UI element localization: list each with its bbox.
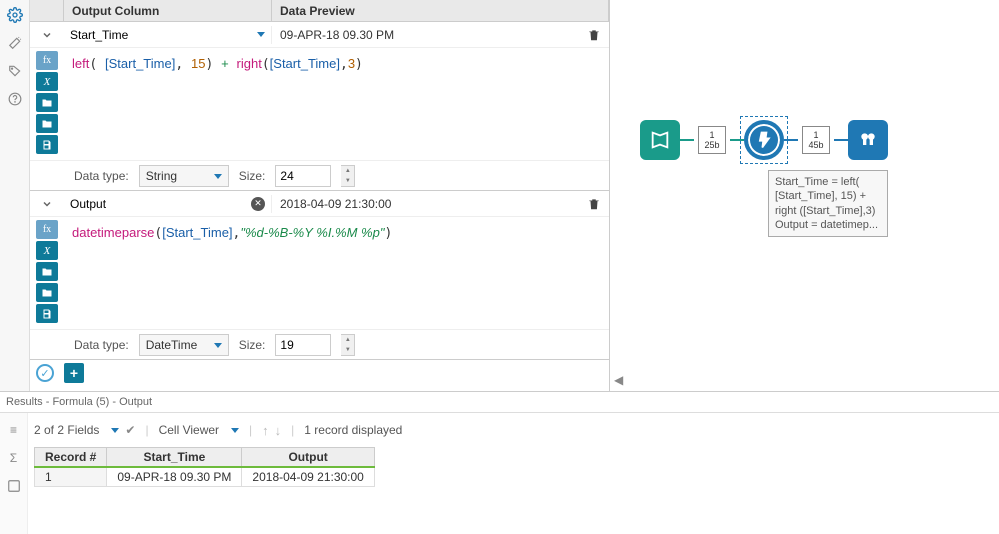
fields-count[interactable]: 2 of 2 Fields bbox=[34, 423, 99, 437]
data-type-label: Data type: bbox=[74, 169, 129, 183]
table-row[interactable]: 109-APR-18 09.30 PM2018-04-09 21:30:00 bbox=[35, 467, 375, 487]
config-header-row: Output Column Data Preview bbox=[30, 0, 609, 22]
data-preview-value: 09-APR-18 09.30 PM bbox=[280, 28, 394, 42]
formula-config-panel: Output Column Data Preview 09-APR-18 09.… bbox=[30, 0, 610, 391]
header-output-column: Output Column bbox=[64, 0, 272, 21]
header-data-preview: Data Preview bbox=[272, 0, 609, 21]
connection-anchor-2[interactable]: 1 45b bbox=[802, 126, 830, 154]
results-table: Record #Start_TimeOutput 109-APR-18 09.3… bbox=[34, 447, 375, 487]
data-type-label: Data type: bbox=[74, 338, 129, 352]
scroll-left-chevron[interactable]: ◀ bbox=[614, 373, 623, 387]
results-column-header[interactable]: Output bbox=[242, 448, 374, 468]
cell-viewer-button[interactable]: Cell Viewer bbox=[159, 423, 219, 437]
data-type-dropdown[interactable]: DateTime bbox=[139, 334, 229, 356]
output-column-input[interactable] bbox=[70, 26, 251, 44]
collapse-chevron-icon[interactable] bbox=[30, 29, 64, 41]
output-column-dropdown-arrow[interactable] bbox=[257, 32, 265, 37]
fx-button[interactable]: fx bbox=[36, 51, 58, 70]
size-label: Size: bbox=[239, 169, 266, 183]
size-input[interactable] bbox=[275, 334, 331, 356]
formula-tooltip: Start_Time = left( [Start_Time], 15) + r… bbox=[768, 170, 888, 237]
help-icon[interactable] bbox=[6, 90, 24, 108]
collapse-chevron-icon[interactable] bbox=[30, 198, 64, 210]
results-menu-icon[interactable]: ≡ bbox=[5, 421, 23, 439]
next-record-button[interactable]: ↓ bbox=[275, 423, 282, 438]
results-sidebar: ≡ Σ bbox=[0, 413, 28, 534]
data-type-dropdown[interactable]: String bbox=[139, 165, 229, 187]
data-preview-value: 2018-04-09 21:30:00 bbox=[280, 197, 391, 211]
size-input[interactable] bbox=[275, 165, 331, 187]
results-panel: Results - Formula (5) - Output ≡ Σ 2 of … bbox=[0, 392, 999, 534]
formula-tool-node[interactable] bbox=[744, 120, 784, 160]
workflow-canvas[interactable]: 1 25b 1 45b Start_Time = left( [St bbox=[610, 0, 999, 391]
fields-dropdown-arrow[interactable] bbox=[111, 428, 119, 433]
results-sigma-icon[interactable]: Σ bbox=[5, 449, 23, 467]
results-title: Results - Formula (5) - Output bbox=[0, 392, 999, 413]
left-sidebar bbox=[0, 0, 30, 391]
delete-expression-icon[interactable] bbox=[587, 28, 601, 42]
prev-record-button[interactable]: ↑ bbox=[262, 423, 269, 438]
expression-editor[interactable]: datetimeparse([Start_Time],"%d-%B-%Y %I.… bbox=[64, 217, 609, 329]
x-variable-button[interactable]: X bbox=[36, 72, 58, 91]
browse-tool-node[interactable] bbox=[848, 120, 888, 160]
fx-button[interactable]: fx bbox=[36, 220, 58, 239]
results-detail-icon[interactable] bbox=[5, 477, 23, 495]
size-spinner[interactable]: ▲▼ bbox=[341, 165, 355, 187]
size-spinner[interactable]: ▲▼ bbox=[341, 334, 355, 356]
folder2-button[interactable] bbox=[36, 283, 58, 302]
results-column-header[interactable]: Start_Time bbox=[107, 448, 242, 468]
expression-editor[interactable]: left( [Start_Time], 15) + right([Start_T… bbox=[64, 48, 609, 160]
cell-viewer-dropdown-arrow[interactable] bbox=[231, 428, 239, 433]
save-button[interactable] bbox=[36, 135, 58, 154]
save-button[interactable] bbox=[36, 304, 58, 323]
delete-expression-icon[interactable] bbox=[587, 197, 601, 211]
output-column-input[interactable] bbox=[70, 195, 247, 213]
expression-block: 09-APR-18 09.30 PM fx Xleft( [Start_Time],… bbox=[30, 22, 609, 191]
add-expression-button[interactable]: + bbox=[64, 363, 84, 383]
results-column-header[interactable]: Record # bbox=[35, 448, 107, 468]
selection-indicator bbox=[740, 116, 788, 164]
results-toolbar: 2 of 2 Fields ✔ | Cell Viewer | ↑ ↓ | 1 … bbox=[34, 419, 993, 441]
expression-block: ✕ 2018-04-09 21:30:00 fx Xdatetimeparse([St… bbox=[30, 191, 609, 360]
folder2-button[interactable] bbox=[36, 114, 58, 133]
records-count: 1 record displayed bbox=[304, 423, 402, 437]
connection-anchor-1[interactable]: 1 25b bbox=[698, 126, 726, 154]
input-tool-node[interactable] bbox=[640, 120, 680, 160]
wand-icon[interactable] bbox=[6, 34, 24, 52]
gear-icon[interactable] bbox=[6, 6, 24, 24]
validate-icon[interactable]: ✓ bbox=[36, 364, 54, 382]
x-variable-button[interactable]: X bbox=[36, 241, 58, 260]
tag-icon[interactable] bbox=[6, 62, 24, 80]
folder-button[interactable] bbox=[36, 262, 58, 281]
config-footer: ✓ + bbox=[30, 360, 609, 386]
folder-button[interactable] bbox=[36, 93, 58, 112]
size-label: Size: bbox=[239, 338, 266, 352]
clear-column-icon[interactable]: ✕ bbox=[251, 197, 265, 211]
